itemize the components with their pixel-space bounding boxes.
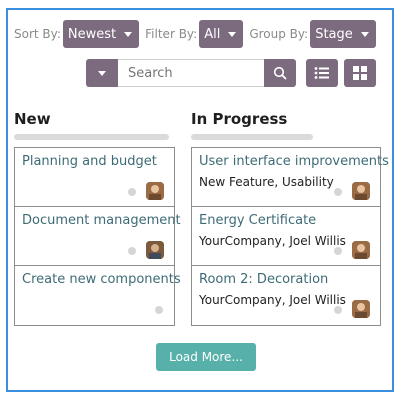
search-button[interactable]	[264, 59, 296, 87]
card-title[interactable]: Create new components	[22, 272, 181, 287]
chevron-down-icon	[124, 31, 133, 37]
chevron-down-icon	[228, 31, 237, 37]
avatar	[146, 241, 164, 259]
kanban-card[interactable]: Energy Certificate YourCompany, Joel Wil…	[192, 207, 380, 266]
grid-icon	[353, 66, 367, 80]
avatar	[146, 182, 164, 200]
search-bar	[86, 59, 376, 87]
grid-view-button[interactable]	[344, 59, 376, 87]
card-title[interactable]: Planning and budget	[22, 154, 167, 169]
column-progress-bar	[14, 134, 169, 140]
filter-bar: Sort By: Newest Filter By: All Group By:…	[14, 20, 382, 48]
column-title: In Progress	[191, 110, 288, 128]
avatar	[352, 300, 370, 318]
card-list: User interface improvements New Feature,…	[191, 147, 389, 326]
column-progress-bar	[191, 134, 313, 140]
status-dot[interactable]	[128, 247, 136, 255]
sort-label: Sort By:	[14, 27, 61, 41]
column-title: New	[14, 110, 51, 128]
status-dot[interactable]	[128, 188, 136, 196]
sort-dropdown[interactable]: Newest	[62, 20, 140, 48]
card-tags: New Feature, Usability	[199, 175, 334, 189]
kanban-card[interactable]: Room 2: Decoration YourCompany, Joel Wil…	[192, 266, 380, 325]
kanban-card[interactable]: Document management	[15, 207, 181, 266]
status-dot[interactable]	[155, 306, 163, 314]
card-title[interactable]: Energy Certificate	[199, 213, 373, 228]
card-tags: YourCompany, Joel Willis	[199, 293, 346, 307]
filter-value: All	[204, 26, 221, 42]
list-icon	[314, 67, 329, 79]
load-more-button[interactable]: Load More...	[156, 343, 256, 371]
filter-label: Filter By:	[145, 27, 198, 41]
search-options-dropdown[interactable]	[86, 59, 118, 87]
card-title[interactable]: Document management	[22, 213, 181, 228]
chevron-down-icon	[360, 31, 369, 37]
card-title[interactable]: Room 2: Decoration	[199, 272, 373, 287]
kanban-card[interactable]: Create new components	[15, 266, 181, 325]
group-dropdown[interactable]: Stage	[310, 20, 376, 48]
avatar	[352, 241, 370, 259]
status-dot[interactable]	[334, 247, 342, 255]
kanban-card[interactable]: Planning and budget	[15, 148, 174, 207]
group-label: Group By:	[249, 27, 309, 41]
search-icon	[273, 66, 287, 80]
status-dot[interactable]	[334, 188, 342, 196]
sort-value: Newest	[67, 26, 117, 42]
chevron-down-icon	[98, 70, 106, 76]
status-dot[interactable]	[334, 306, 342, 314]
search-input[interactable]	[118, 59, 264, 87]
card-tags: YourCompany, Joel Willis	[199, 234, 346, 248]
column-new: New Planning and budget Document managem…	[14, 110, 181, 326]
column-in-progress: In Progress User interface improvements …	[191, 110, 389, 326]
card-list: Planning and budget Document management …	[14, 147, 181, 326]
filter-dropdown[interactable]: All	[199, 20, 244, 48]
list-view-button[interactable]	[306, 59, 338, 87]
group-value: Stage	[315, 26, 353, 42]
kanban-card[interactable]: User interface improvements New Feature,…	[192, 148, 389, 207]
avatar	[352, 182, 370, 200]
card-title[interactable]: User interface improvements	[199, 154, 389, 169]
